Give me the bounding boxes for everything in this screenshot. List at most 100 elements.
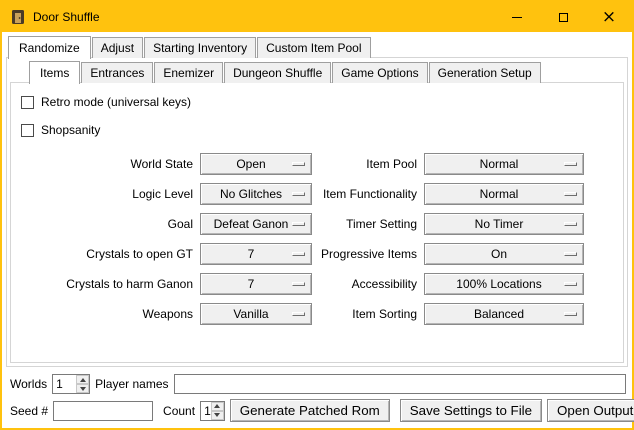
progressive-items-label: Progressive Items	[319, 247, 417, 261]
retro-mode-checkbox[interactable]	[21, 96, 34, 109]
tab-randomize[interactable]: Randomize	[8, 36, 91, 59]
retro-mode-label: Retro mode (universal keys)	[41, 95, 191, 109]
goal-dropdown[interactable]: Defeat Ganon	[200, 213, 312, 235]
worlds-spin-arrows	[76, 375, 89, 393]
worlds-spinbox[interactable]: 1	[52, 374, 90, 394]
item-functionality-value: Normal	[480, 187, 529, 201]
progressive-items-dropdown[interactable]: On	[424, 243, 584, 265]
progressive-items-value: On	[491, 247, 517, 261]
world-state-label: World State	[15, 157, 193, 171]
crystals-to-open-gt-label: Crystals to open GT	[15, 247, 193, 261]
logic-level-dropdown[interactable]: No Glitches	[200, 183, 312, 205]
minimize-icon	[512, 17, 522, 18]
save-settings-button[interactable]: Save Settings to File	[400, 399, 542, 422]
dropdown-indicator-icon	[564, 192, 577, 196]
crystals-to-open-gt-value: 7	[248, 247, 265, 261]
app-window: Door Shuffle × Randomize Adjust Starting…	[0, 0, 634, 430]
count-spinbox[interactable]: 1	[200, 401, 225, 421]
world-state-dropdown[interactable]: Open	[200, 153, 312, 175]
arrow-up-icon	[214, 404, 220, 408]
tab-items[interactable]: Items	[29, 61, 80, 84]
accessibility-value: 100% Locations	[456, 277, 551, 291]
tab-generation-setup[interactable]: Generation Setup	[429, 62, 541, 83]
tab-custom-item-pool[interactable]: Custom Item Pool	[257, 37, 370, 58]
open-output-directory-button[interactable]: Open Output Directory	[547, 399, 634, 422]
player-names-label: Player names	[95, 377, 168, 391]
dropdown-indicator-icon	[292, 282, 305, 286]
outer-tab-strip: Randomize Adjust Starting Inventory Cust…	[6, 36, 628, 58]
count-value: 1	[201, 402, 211, 420]
accessibility-dropdown[interactable]: 100% Locations	[424, 273, 584, 295]
item-functionality-dropdown[interactable]: Normal	[424, 183, 584, 205]
items-pane: Retro mode (universal keys) Shopsanity W…	[10, 82, 624, 363]
item-pool-dropdown[interactable]: Normal	[424, 153, 584, 175]
player-names-input[interactable]	[174, 374, 627, 394]
dropdown-indicator-icon	[564, 222, 577, 226]
item-sorting-value: Balanced	[474, 307, 534, 321]
shopsanity-row: Shopsanity	[21, 121, 623, 139]
dropdown-indicator-icon	[292, 222, 305, 226]
close-icon: ×	[602, 9, 616, 26]
seed-row: Seed # Count 1 Generate Patched Rom Save…	[10, 399, 626, 422]
shopsanity-checkbox[interactable]	[21, 124, 34, 137]
dropdown-indicator-icon	[292, 312, 305, 316]
tab-dungeon-shuffle[interactable]: Dungeon Shuffle	[224, 62, 331, 83]
retro-mode-row: Retro mode (universal keys)	[21, 93, 623, 111]
tab-game-options[interactable]: Game Options	[332, 62, 427, 83]
item-sorting-label: Item Sorting	[319, 307, 417, 321]
arrow-down-icon	[214, 413, 220, 417]
crystals-to-open-gt-dropdown[interactable]: 7	[200, 243, 312, 265]
item-sorting-dropdown[interactable]: Balanced	[424, 303, 584, 325]
generate-patched-rom-button[interactable]: Generate Patched Rom	[230, 399, 390, 422]
tab-starting-inventory[interactable]: Starting Inventory	[144, 37, 256, 58]
count-spin-arrows	[211, 402, 224, 420]
spin-down-button[interactable]	[211, 411, 224, 420]
timer-setting-dropdown[interactable]: No Timer	[424, 213, 584, 235]
tab-adjust[interactable]: Adjust	[92, 37, 143, 58]
window-content: Randomize Adjust Starting Inventory Cust…	[2, 32, 632, 428]
minimize-button[interactable]	[494, 2, 540, 32]
weapons-value: Vanilla	[233, 307, 278, 321]
tab-entrances[interactable]: Entrances	[81, 62, 153, 83]
window-controls: ×	[494, 2, 632, 32]
worlds-label: Worlds	[10, 377, 47, 391]
goal-value: Defeat Ganon	[214, 217, 299, 231]
count-label: Count	[163, 404, 195, 418]
timer-setting-value: No Timer	[475, 217, 534, 231]
seed-label: Seed #	[10, 404, 48, 418]
world-state-value: Open	[236, 157, 275, 171]
dropdown-indicator-icon	[564, 282, 577, 286]
dropdown-indicator-icon	[292, 162, 305, 166]
maximize-button[interactable]	[540, 2, 586, 32]
seed-input[interactable]	[53, 401, 153, 421]
app-icon	[10, 9, 26, 25]
weapons-label: Weapons	[15, 307, 193, 321]
crystals-to-harm-ganon-dropdown[interactable]: 7	[200, 273, 312, 295]
maximize-icon	[559, 13, 568, 22]
dropdown-indicator-icon	[564, 312, 577, 316]
worlds-row: Worlds 1 Player names	[10, 374, 626, 394]
item-functionality-label: Item Functionality	[319, 187, 417, 201]
spin-up-button[interactable]	[211, 402, 224, 411]
timer-setting-label: Timer Setting	[319, 217, 417, 231]
shopsanity-label: Shopsanity	[41, 123, 100, 137]
tab-enemizer[interactable]: Enemizer	[154, 62, 223, 83]
item-pool-value: Normal	[480, 157, 529, 171]
weapons-dropdown[interactable]: Vanilla	[200, 303, 312, 325]
dropdown-indicator-icon	[564, 252, 577, 256]
spin-up-button[interactable]	[76, 375, 89, 384]
accessibility-label: Accessibility	[319, 277, 417, 291]
dropdown-indicator-icon	[292, 252, 305, 256]
arrow-up-icon	[80, 378, 86, 382]
settings-grid: World State Open Item Pool Normal Logic …	[15, 153, 615, 325]
randomize-pane: Items Entrances Enemizer Dungeon Shuffle…	[6, 57, 628, 367]
worlds-value: 1	[53, 375, 76, 393]
window-title: Door Shuffle	[33, 10, 100, 24]
close-button[interactable]: ×	[586, 2, 632, 32]
spin-down-button[interactable]	[76, 384, 89, 393]
arrow-down-icon	[80, 387, 86, 391]
item-pool-label: Item Pool	[319, 157, 417, 171]
crystals-to-harm-ganon-label: Crystals to harm Ganon	[15, 277, 193, 291]
inner-tab-strip: Items Entrances Enemizer Dungeon Shuffle…	[27, 61, 627, 83]
titlebar[interactable]: Door Shuffle ×	[2, 2, 632, 32]
